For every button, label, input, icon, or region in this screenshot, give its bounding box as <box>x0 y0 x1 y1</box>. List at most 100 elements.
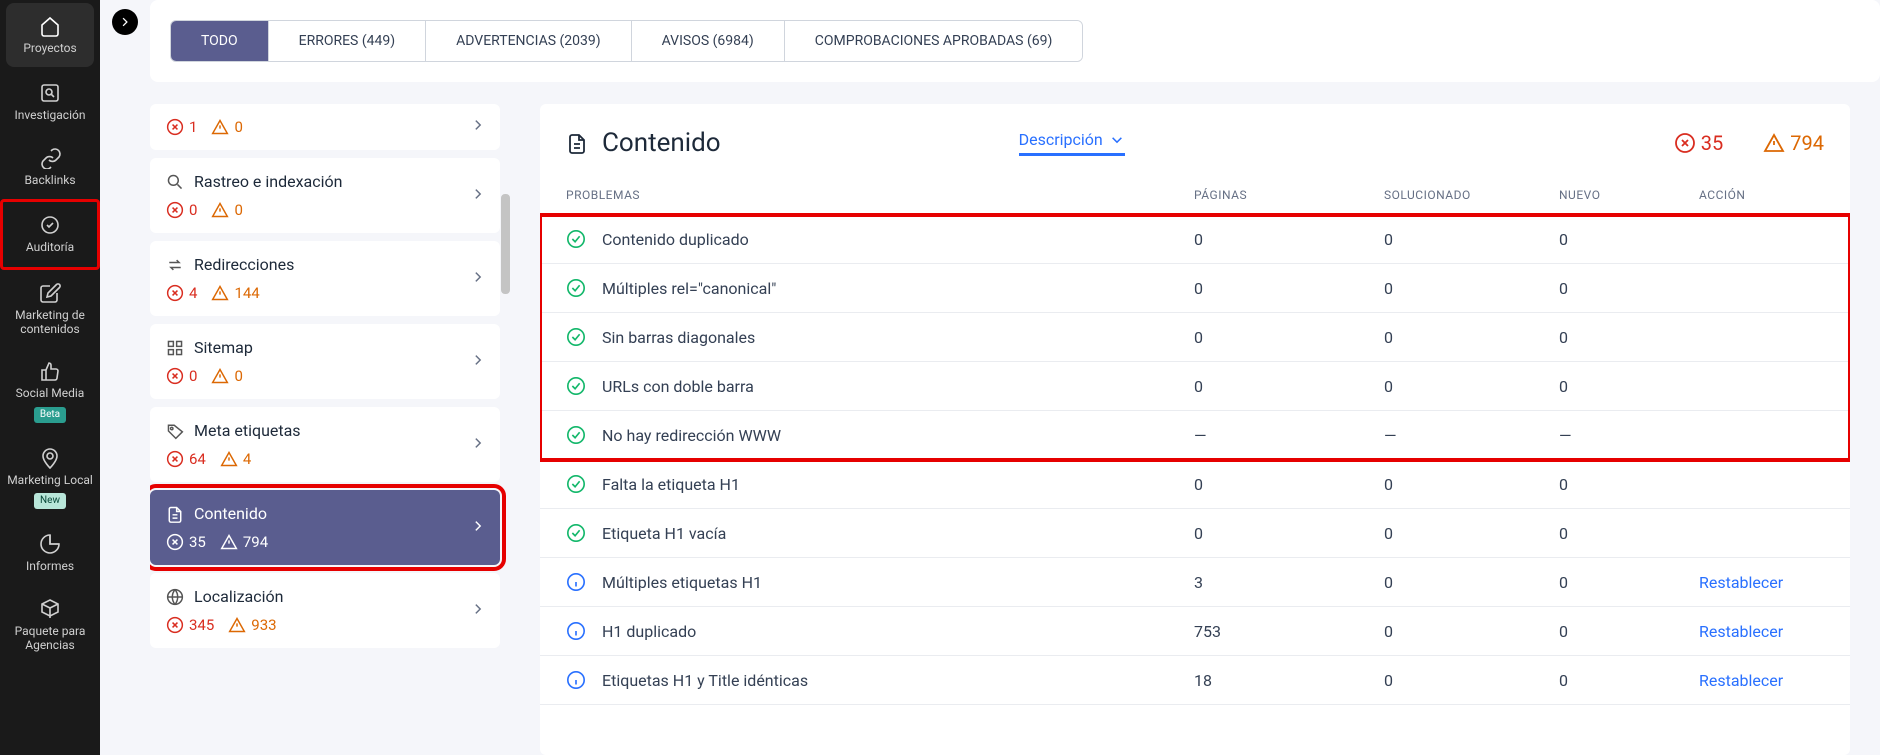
nav-item-backlinks[interactable]: Backlinks <box>0 135 100 199</box>
reset-link[interactable]: Restablecer <box>1699 622 1783 641</box>
table-header-row: PROBLEMAS PÁGINAS SOLUCIONADO NUEVO ACCI… <box>540 176 1850 215</box>
category-warnings: 0 <box>211 367 242 385</box>
nav-label: Paquete para Agencias <box>4 624 96 653</box>
cell-pages: 0 <box>1194 475 1384 494</box>
problem-name: Etiquetas H1 y Title idénticas <box>602 671 808 690</box>
view-dropdown[interactable]: Descripción <box>1019 130 1125 156</box>
document-icon <box>566 132 588 154</box>
category-card[interactable]: Meta etiquetas 64 4 <box>150 407 500 482</box>
category-errors: 4 <box>166 284 197 302</box>
cell-new: 0 <box>1559 328 1699 347</box>
category-errors: 0 <box>166 201 197 219</box>
error-icon <box>1674 132 1696 154</box>
category-warnings: 933 <box>228 616 276 634</box>
nav-icon <box>39 147 61 169</box>
nav-badge: Beta <box>34 407 66 423</box>
table-row[interactable]: H1 duplicado 753 0 0 Restablecer <box>540 607 1850 656</box>
filter-tab[interactable]: COMPROBACIONES APROBADAS (69) <box>785 21 1083 61</box>
cell-solved: 0 <box>1384 671 1559 690</box>
nav-item-marketing-de-contenidos[interactable]: Marketing de contenidos <box>0 270 100 349</box>
category-title: Sitemap <box>194 338 253 357</box>
category-card[interactable]: Rastreo e indexación 0 0 <box>150 158 500 233</box>
warning-icon <box>220 533 238 551</box>
reset-link[interactable]: Restablecer <box>1699 671 1783 690</box>
redirect-icon <box>166 256 184 274</box>
category-errors: 35 <box>166 533 206 551</box>
table-row[interactable]: Etiqueta H1 vacía 0 0 0 <box>540 509 1850 558</box>
error-icon <box>166 450 184 468</box>
nav-label: Informes <box>26 559 74 573</box>
error-icon <box>166 201 184 219</box>
category-card[interactable]: Localización 345 933 <box>150 573 500 648</box>
cell-new: 0 <box>1559 622 1699 641</box>
category-card[interactable]: Sitemap 0 0 <box>150 324 500 399</box>
col-header-solved: SOLUCIONADO <box>1384 188 1559 202</box>
problem-name: Múltiples rel="canonical" <box>602 279 776 298</box>
col-header-action: ACCIÓN <box>1699 188 1824 202</box>
summary-warnings: 794 <box>1763 131 1824 155</box>
nav-badge: New <box>34 493 66 509</box>
check-icon <box>566 425 586 445</box>
category-card[interactable]: Redirecciones 4 144 <box>150 241 500 316</box>
search-icon <box>166 173 184 191</box>
error-icon <box>166 284 184 302</box>
warning-icon <box>211 284 229 302</box>
cell-pages: 0 <box>1194 279 1384 298</box>
cell-solved: 0 <box>1384 622 1559 641</box>
category-card[interactable]: 1 0 <box>150 104 500 150</box>
nav-item-informes[interactable]: Informes <box>0 521 100 585</box>
nav-label: Proyectos <box>23 41 76 55</box>
problem-name: H1 duplicado <box>602 622 696 641</box>
problem-name: Múltiples etiquetas H1 <box>602 573 762 592</box>
chevron-right-icon <box>470 186 486 206</box>
summary-errors: 35 <box>1674 131 1723 155</box>
table-row[interactable]: URLs con doble barra 0 0 0 <box>540 362 1850 411</box>
nav-item-paquete-para-agencias[interactable]: Paquete para Agencias <box>0 586 100 665</box>
grid-icon <box>166 339 184 357</box>
error-icon <box>166 367 184 385</box>
sidebar-nav: Proyectos Investigación Backlinks Auditoría… <box>0 0 100 755</box>
table-row[interactable]: No hay redirección WWW — — — <box>540 411 1850 460</box>
chevron-right-icon <box>470 601 486 621</box>
category-card[interactable]: Contenido 35 794 <box>150 490 500 565</box>
cell-solved: — <box>1384 426 1559 445</box>
cell-pages: 0 <box>1194 328 1384 347</box>
nav-label: Social Media <box>16 386 85 400</box>
cell-new: — <box>1559 426 1699 445</box>
cell-new: 0 <box>1559 377 1699 396</box>
error-icon <box>166 118 184 136</box>
info-icon <box>566 670 586 690</box>
table-row[interactable]: Contenido duplicado 0 0 0 <box>540 215 1850 264</box>
cell-new: 0 <box>1559 573 1699 592</box>
cell-solved: 0 <box>1384 230 1559 249</box>
check-icon <box>566 474 586 494</box>
problem-name: No hay redirección WWW <box>602 426 781 445</box>
nav-item-social-media[interactable]: Social Media Beta <box>0 348 100 434</box>
cell-solved: 0 <box>1384 279 1559 298</box>
table-row[interactable]: Falta la etiqueta H1 0 0 0 <box>540 460 1850 509</box>
error-icon <box>166 616 184 634</box>
nav-item-auditoría[interactable]: Auditoría <box>0 199 100 269</box>
main-content: TODOERRORES (449)ADVERTENCIAS (2039)AVIS… <box>100 0 1880 755</box>
problem-name: URLs con doble barra <box>602 377 754 396</box>
filter-tab[interactable]: ADVERTENCIAS (2039) <box>426 21 632 61</box>
filter-tab[interactable]: TODO <box>171 21 269 61</box>
table-row[interactable]: Etiquetas H1 y Title idénticas 18 0 0 Re… <box>540 656 1850 705</box>
nav-item-proyectos[interactable]: Proyectos <box>6 3 94 67</box>
nav-label: Backlinks <box>24 173 75 187</box>
nav-item-marketing-local[interactable]: Marketing LocalNew <box>0 435 100 521</box>
scrollbar-thumb[interactable] <box>501 194 510 294</box>
filter-tab[interactable]: AVISOS (6984) <box>632 21 785 61</box>
check-icon <box>566 376 586 396</box>
expand-sidebar-button[interactable] <box>112 9 138 35</box>
filter-tab[interactable]: ERRORES (449) <box>269 21 426 61</box>
warning-icon <box>220 450 238 468</box>
nav-item-investigación[interactable]: Investigación <box>0 70 100 134</box>
table-row[interactable]: Sin barras diagonales 0 0 0 <box>540 313 1850 362</box>
reset-link[interactable]: Restablecer <box>1699 573 1783 592</box>
filter-tab-group: TODOERRORES (449)ADVERTENCIAS (2039)AVIS… <box>170 20 1083 62</box>
cell-new: 0 <box>1559 524 1699 543</box>
table-row[interactable]: Múltiples etiquetas H1 3 0 0 Restablecer <box>540 558 1850 607</box>
table-row[interactable]: Múltiples rel="canonical" 0 0 0 <box>540 264 1850 313</box>
info-icon <box>566 621 586 641</box>
